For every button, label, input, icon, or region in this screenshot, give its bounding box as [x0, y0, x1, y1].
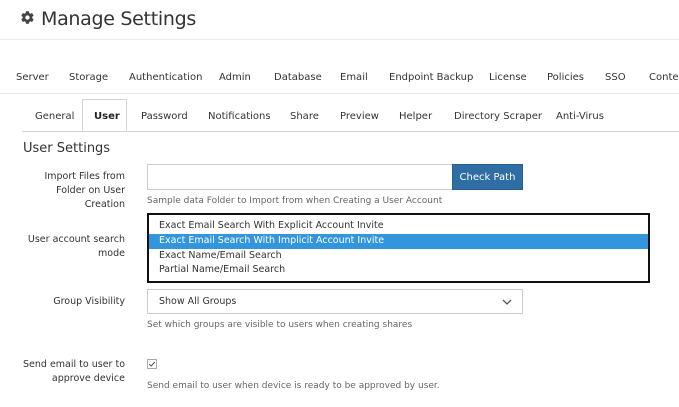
check-path-button[interactable]: Check Path	[452, 164, 523, 190]
tab-authentication[interactable]: Authentication	[129, 72, 202, 83]
tab-server[interactable]: Server	[16, 72, 49, 83]
chevron-down-icon	[502, 297, 512, 310]
tab-email[interactable]: Email	[340, 72, 368, 83]
search-mode-option[interactable]: Exact Email Search With Explicit Account…	[149, 219, 648, 234]
group-visibility-label: Group Visibility	[53, 296, 125, 307]
group-visibility-help: Set which groups are visible to users wh…	[147, 320, 413, 330]
subtab-notifications[interactable]: Notifications	[208, 111, 271, 122]
title-divider	[0, 39, 679, 40]
tab-database[interactable]: Database	[274, 72, 322, 83]
tab-admin[interactable]: Admin	[219, 72, 251, 83]
check-icon	[148, 361, 156, 367]
import-files-help: Sample data Folder to Import from when C…	[147, 196, 443, 206]
search-mode-option[interactable]: Exact Name/Email Search	[149, 249, 648, 264]
subtab-preview[interactable]: Preview	[340, 111, 379, 122]
tab-policies[interactable]: Policies	[547, 72, 584, 83]
sub-tabs-divider	[22, 131, 679, 132]
subtab-share[interactable]: Share	[290, 111, 319, 122]
search-mode-listbox[interactable]: Exact Email Search With Explicit Account…	[147, 213, 650, 283]
subtab-password[interactable]: Password	[141, 111, 188, 122]
subtab-anti-virus[interactable]: Anti-Virus	[556, 111, 604, 122]
tab-sso[interactable]: SSO	[605, 72, 626, 83]
tab-storage[interactable]: Storage	[69, 72, 108, 83]
send-email-checkbox[interactable]	[147, 359, 157, 369]
top-tabs-divider	[0, 93, 679, 94]
search-mode-label: User account search mode	[27, 234, 125, 259]
subtab-helper[interactable]: Helper	[399, 111, 432, 122]
send-email-label: Send email to user to approve device	[23, 359, 125, 384]
section-title: User Settings	[23, 141, 111, 156]
group-visibility-select[interactable]: Show All Groups	[147, 289, 523, 314]
import-path-input[interactable]	[147, 164, 453, 190]
tab-content[interactable]: Conter	[649, 72, 679, 83]
search-mode-option-selected[interactable]: Exact Email Search With Implicit Account…	[149, 234, 648, 249]
tab-license[interactable]: License	[489, 72, 527, 83]
gear-icon	[20, 8, 41, 30]
subtab-user[interactable]: User	[94, 111, 120, 122]
page-title: Manage Settings	[41, 8, 196, 30]
import-files-label: Import Files from Folder on User Creatio…	[44, 171, 125, 210]
send-email-help: Send email to user when device is ready …	[147, 381, 440, 391]
subtab-directory-scraper[interactable]: Directory Scraper	[454, 111, 542, 122]
subtab-general[interactable]: General	[35, 111, 74, 122]
page-header: Manage Settings	[20, 8, 196, 30]
group-visibility-value: Show All Groups	[159, 296, 237, 307]
search-mode-option[interactable]: Partial Name/Email Search	[149, 263, 648, 278]
tab-endpoint-backup[interactable]: Endpoint Backup	[389, 72, 473, 83]
